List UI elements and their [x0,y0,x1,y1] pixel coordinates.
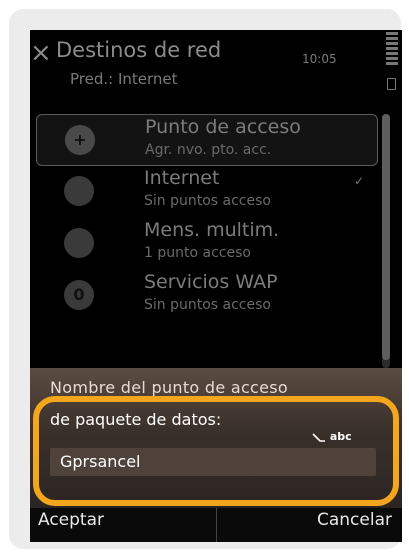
list-item-detail: Sin puntos acceso [144,297,271,313]
list-item-name: Internet [144,167,220,189]
list-item-name: Mens. multim. [144,219,280,241]
softkey-bar: Aceptar Cancelar [30,508,402,542]
list-item-name: Punto de acceso [145,116,301,138]
destination-list: + Punto de acceso Agr. nvo. pto. acc. In… [30,114,402,374]
scrollbar[interactable] [382,114,390,368]
cancel-button[interactable]: Cancelar [317,510,392,530]
list-item-detail: 1 punto acceso [144,245,251,261]
wap-icon: 0 [64,280,94,310]
signal-strength-icon [386,32,398,67]
mms-icon [64,228,94,258]
page-title: Destinos de red [56,38,222,62]
list-item-access-point[interactable]: + Punto de acceso Agr. nvo. pto. acc. [36,114,378,166]
close-icon[interactable]: × [30,40,52,66]
list-item-mms[interactable]: Mens. multim. 1 punto acceso [36,218,376,268]
softkey-divider [216,508,217,542]
list-item-name: Servicios WAP [144,271,278,293]
globe-icon [64,176,94,206]
clock: 10:05 [302,52,337,66]
scrollbar-thumb[interactable] [382,114,390,360]
list-item-internet[interactable]: Internet Sin puntos acceso ✓ [36,166,376,216]
globe-add-icon: + [65,125,95,155]
checkmark-icon: ✓ [354,174,365,188]
accept-button[interactable]: Aceptar [38,510,104,530]
list-item-detail: Agr. nvo. pto. acc. [145,142,272,158]
battery-icon [387,78,396,90]
highlight-outline [33,396,399,506]
dialog-label-line1: Nombre del punto de acceso [50,378,289,397]
default-destination: Pred.: Internet [70,70,178,88]
list-item-detail: Sin puntos acceso [144,193,271,209]
list-item-wap[interactable]: 0 Servicios WAP Sin puntos acceso [36,270,376,320]
